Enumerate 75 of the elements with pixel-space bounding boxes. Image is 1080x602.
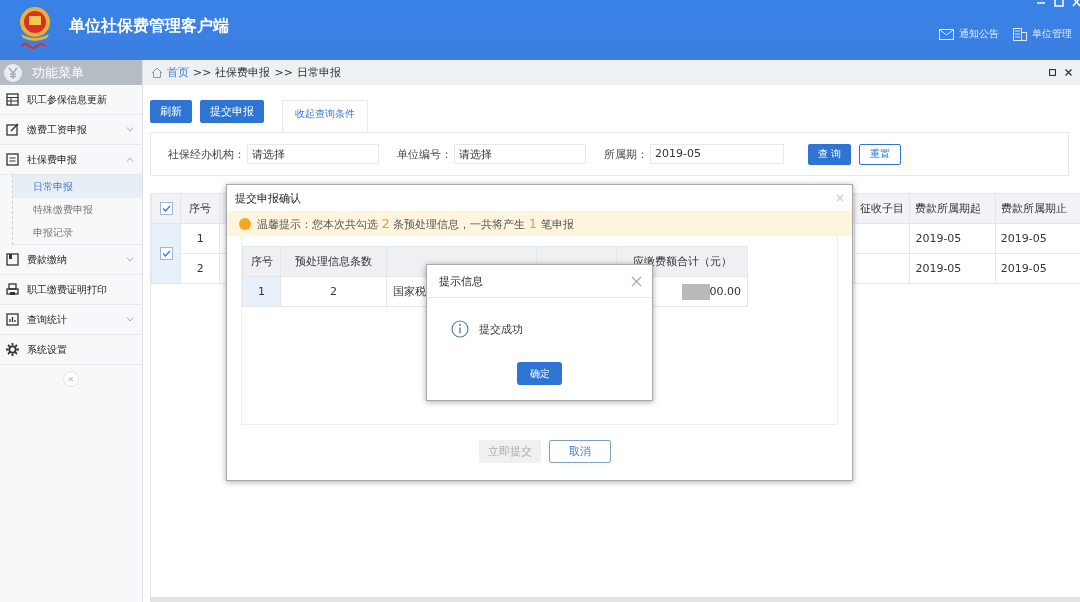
table-cell: 1 [258,285,265,298]
reset-button[interactable]: 重置 [859,143,902,165]
field-label: 社保经办机构： [168,146,245,162]
restore-icon [1054,0,1064,7]
header-link[interactable]: 通知公告 [939,27,999,41]
maximize-icon [1049,69,1056,76]
field-label: 所属期： [604,146,648,162]
column-header: 征收子目 [854,193,910,224]
column-header: 预处理信息条数 [280,246,387,277]
dialog-button[interactable]: 取消 [548,440,611,463]
column-header: 费款所属期起 [909,193,996,224]
breadcrumb-separator: >> [274,66,293,79]
field-label: 单位编号： [397,146,452,162]
input-field[interactable]: 请选择 [247,144,379,164]
menu-item[interactable]: 缴费工资申报 [0,115,142,145]
close-icon [631,275,642,287]
check-icon [161,250,171,257]
gear-icon [6,343,19,356]
checkbox[interactable] [159,247,173,260]
table-cell: 2019-05 [909,223,996,254]
check-icon [161,205,171,212]
home-icon [151,67,163,78]
menu-item[interactable]: 费款缴纳 [0,245,142,275]
warning-dot-icon [239,217,251,230]
table-cell: 2 [330,285,337,298]
minimize-icon [1036,0,1046,7]
column-header: 费款所属期止 [995,193,1080,224]
table-cell: 国家税 [393,285,426,298]
message-text: 提交成功 [479,321,523,337]
breadcrumb-separator: >> [193,66,212,79]
grid-icon [6,93,19,106]
toolbar-button[interactable]: 刷新 [150,100,192,123]
chart-icon [6,313,19,326]
edit-icon [6,123,19,136]
column-header: 序号 [180,193,220,224]
header-link[interactable]: 单位管理 [1013,27,1072,41]
dialog-title: 提示信息 [439,273,483,289]
collapse-button[interactable]: « [63,371,79,387]
info-icon [451,320,469,338]
table-cell: 1 [180,223,220,254]
submenu-item[interactable]: 日常申报 [13,175,142,198]
menu-title: 功能菜单 [32,63,84,82]
menu-item[interactable]: 职工缴费证明打印 [0,275,142,305]
menu-item[interactable]: 职工参保信息更新 [0,85,142,115]
book-icon [6,253,19,266]
breadcrumb-link[interactable]: 首页 [167,65,189,80]
submenu-item[interactable]: 特殊缴费申报 [13,198,142,221]
toolbar-button[interactable]: 提交申报 [200,100,264,123]
menu-item[interactable]: 查询统计 [0,305,142,335]
document-icon [6,153,19,166]
notice-text: 温馨提示：您本次共勾选 2 条预处理信息，一共将产生 1 笔申报 [257,215,574,232]
ok-button[interactable]: 确定 [517,362,562,385]
column-header: 序号 [242,246,281,277]
close-icon [836,194,844,202]
yen-icon [4,63,22,82]
close-icon [1072,0,1080,7]
input-field[interactable]: 请选择 [454,144,586,164]
app-title: 单位社保费管理客户端 [69,16,229,37]
table-cell: 2019-05 [909,253,996,284]
scrollbar[interactable] [150,597,1080,602]
close-icon [1065,69,1072,76]
submenu-item[interactable]: 申报记录 [13,221,142,244]
search-button[interactable]: 查 询 [808,143,852,165]
table-cell: 00.00 [709,284,741,298]
envelope-icon [939,28,954,40]
input-field[interactable]: 2019-05 [650,144,784,164]
building-icon [1013,27,1027,41]
dialog-title: 提交申报确认 [235,190,301,206]
breadcrumb-item: 社保费申报 [215,65,271,80]
checkbox[interactable] [159,202,173,215]
breadcrumb-item: 日常申报 [296,65,341,80]
table-cell: 2 [180,253,220,284]
collapse-filter-tab[interactable]: 收起查询条件 [282,100,368,132]
menu-item[interactable]: 系统设置 [0,335,142,365]
printer-icon [6,283,19,296]
